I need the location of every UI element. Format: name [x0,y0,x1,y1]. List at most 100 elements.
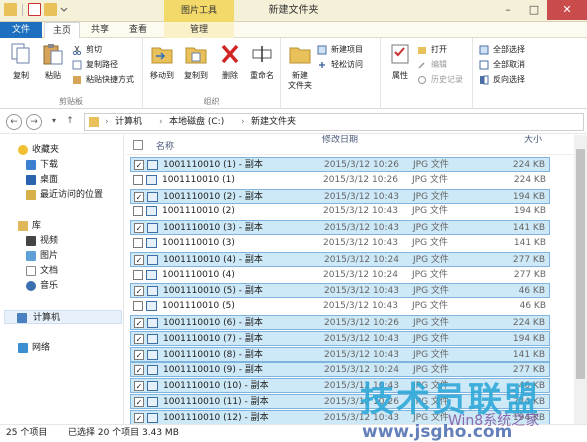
column-size[interactable]: 大小 [524,135,542,145]
row-checkbox[interactable]: ✓ [134,223,144,234]
table-row[interactable]: ✓ 1001110010 (9) - 副本 2015/3/12 10:24 JPG 文… [130,362,550,378]
nav-network[interactable]: 网络 [0,341,120,355]
row-checkbox[interactable]: ✓ [134,286,144,297]
rename-button[interactable]: 重命名 [245,42,279,81]
properties-icon[interactable] [28,3,41,16]
vertical-scrollbar[interactable] [574,135,587,424]
chevron-right-icon[interactable]: › [241,114,245,130]
table-row[interactable]: ✓ 1001110010 (5) - 副本 2015/3/12 10:43 JPG 文… [130,283,550,299]
table-row[interactable]: 1001110010 (3) 2015/3/12 10:43 JPG 文件 141 K… [130,236,550,251]
history-dropdown-button[interactable]: ▾ [46,114,62,130]
table-row[interactable]: ✓ 1001110010 (7) - 副本 2015/3/12 10:43 JPG 文… [130,330,550,346]
tab-view[interactable]: 查看 [120,22,156,38]
paste-shortcut-button[interactable]: 粘贴快捷方式 [72,74,134,86]
nav-favorites[interactable]: 收藏夹 [0,143,120,157]
select-all-checkbox[interactable] [133,140,143,150]
table-row[interactable]: 1001110010 (1) 2015/3/12 10:26 JPG 文件 224 K… [130,173,550,188]
select-none-button[interactable]: 全部取消 [479,59,525,71]
copy-path-button[interactable]: 复制路径 [72,59,118,71]
file-size: 141 KB [512,223,545,234]
table-row[interactable]: ✓ 1001110010 (8) - 副本 2015/3/12 10:43 JPG 文… [130,346,550,362]
folder-icon[interactable] [4,3,17,16]
select-all-button[interactable]: 全部选择 [479,44,525,56]
table-row[interactable]: ✓ 1001110010 (6) - 副本 2015/3/12 10:26 JPG 文… [130,315,550,330]
row-checkbox[interactable]: ✓ [134,333,144,344]
tab-share[interactable]: 共享 [82,22,118,38]
column-name[interactable]: 名称 [156,139,174,152]
table-row[interactable]: ✓ 1001110010 (1) - 副本 2015/3/12 10:26 JPG 文… [130,157,550,172]
scrollbar-thumb[interactable] [576,149,585,379]
close-button[interactable]: ✕ [547,0,587,20]
maximize-button[interactable]: □ [521,0,547,20]
table-row[interactable]: ✓ 1001110010 (2) - 副本 2015/3/12 10:43 JPG 文… [130,188,550,204]
address-part-drive[interactable]: 本地磁盘 (C:) [169,114,224,130]
nav-recent[interactable]: 最近访问的位置 [0,188,120,202]
nav-desktop[interactable]: 桌面 [0,173,120,187]
tab-home[interactable]: 主页 [44,22,80,38]
cut-button[interactable]: 剪切 [72,44,102,56]
easy-access-button[interactable]: 轻松访问 [317,59,363,71]
table-row[interactable]: ✓ 1001110010 (3) - 副本 2015/3/12 10:43 JPG 文… [130,220,550,236]
new-folder-icon[interactable] [44,3,57,16]
chevron-right-icon[interactable]: › [105,114,109,130]
row-checkbox[interactable]: ✓ [134,381,144,392]
table-row[interactable]: ✓ 1001110010 (12) - 副本 2015/3/12 10:43 JPG … [130,409,550,424]
row-checkbox[interactable]: ✓ [134,397,144,407]
table-row[interactable]: 1001110010 (4) 2015/3/12 10:24 JPG 文件 277 K… [130,268,550,283]
edit-button[interactable]: 编辑 [417,59,447,71]
paste-button[interactable]: 粘贴 [36,42,70,81]
nav-downloads[interactable]: 下载 [0,158,120,172]
row-checkbox[interactable]: ✓ [134,160,144,170]
column-date[interactable]: 修改日期 [322,135,358,145]
file-name: 1001110010 (5) - 副本 [163,286,263,297]
row-checkbox[interactable] [133,238,143,248]
delete-button[interactable]: 删除 [213,42,247,81]
separator [22,3,23,16]
nav-libraries[interactable]: 库 [0,219,120,233]
music-icon [26,281,36,291]
row-checkbox[interactable]: ✓ [134,365,144,376]
nav-music[interactable]: 音乐 [0,279,120,293]
properties-button[interactable]: 属性 [383,42,417,81]
table-row[interactable]: ✓ 1001110010 (10) - 副本 2015/3/12 10:43 JPG … [130,378,550,394]
row-checkbox[interactable]: ✓ [134,254,144,265]
chevron-down-icon[interactable] [60,3,68,16]
nav-videos[interactable]: 视频 [0,234,120,248]
tab-manage[interactable]: 管理 [164,22,234,38]
nav-documents[interactable]: 文档 [0,264,120,278]
new-folder-button[interactable]: 新建 文件夹 [283,42,317,91]
file-size: 141 KB [512,349,545,360]
move-to-button[interactable]: 移动到 [145,42,179,81]
table-row[interactable]: ✓ 1001110010 (11) - 副本 2015/3/12 10:26 JPG … [130,394,550,409]
row-checkbox[interactable]: ✓ [134,412,144,423]
file-name: 1001110010 (4) [162,269,235,280]
file-size: 277 KB [512,254,545,265]
new-item-button[interactable]: 新建项目 [317,44,363,56]
nav-computer[interactable]: 计算机 [4,310,122,324]
back-button[interactable]: ← [6,114,22,130]
row-checkbox[interactable]: ✓ [134,349,144,360]
table-row[interactable]: ✓ 1001110010 (4) - 副本 2015/3/12 10:24 JPG 文… [130,251,550,267]
history-button[interactable]: 历史记录 [417,74,463,86]
address-bar[interactable]: › 计算机 › 本地磁盘 (C:) › 新建文件夹 [84,113,584,131]
table-row[interactable]: 1001110010 (5) 2015/3/12 10:43 JPG 文件 46 KB [130,299,550,314]
up-button[interactable]: ↑ [62,114,78,130]
address-part-folder[interactable]: 新建文件夹 [251,114,296,130]
minimize-button[interactable]: – [495,0,521,20]
row-checkbox[interactable] [133,206,143,217]
forward-button[interactable]: → [26,114,42,130]
row-checkbox[interactable]: ✓ [134,318,144,328]
open-button[interactable]: 打开 [417,44,447,56]
row-checkbox[interactable] [133,301,143,312]
row-checkbox[interactable] [133,269,143,280]
chevron-right-icon[interactable]: › [159,114,163,130]
address-part-computer[interactable]: 计算机 [115,114,142,130]
copy-to-button[interactable]: 复制到 [179,42,213,81]
copy-button[interactable]: 复制 [4,42,38,81]
nav-pictures[interactable]: 图片 [0,249,120,263]
row-checkbox[interactable] [133,174,143,185]
tab-file[interactable]: 文件 [0,22,42,38]
invert-selection-button[interactable]: 反向选择 [479,74,525,86]
row-checkbox[interactable]: ✓ [134,191,144,202]
table-row[interactable]: 1001110010 (2) 2015/3/12 10:43 JPG 文件 194 K… [130,204,550,219]
